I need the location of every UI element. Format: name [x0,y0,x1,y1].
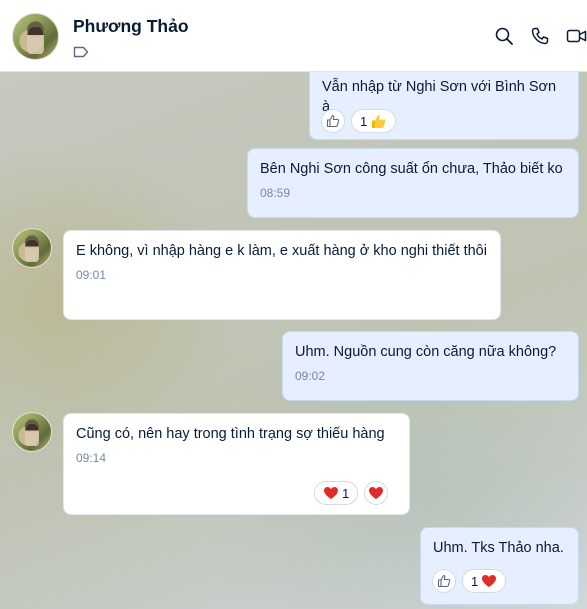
message-time: 09:14 [76,451,107,465]
message-time: 09:02 [295,369,326,383]
message-text: E không, vì nhập hàng e k làm, e xuất hà… [76,243,487,259]
message-time: 09:01 [76,268,107,282]
contact-name[interactable]: Phương Thảo [73,16,189,37]
search-icon[interactable] [494,26,514,46]
heart-emoji-icon [324,487,338,499]
chat-header: Phương Thảo [0,0,587,72]
message-bubble-outgoing[interactable]: Uhm. Tks Thảo nha. [420,527,579,605]
reaction-row: 1 [321,109,397,133]
message-bubble-incoming[interactable]: E không, vì nhập hàng e k làm, e xuất hà… [63,230,501,320]
phone-call-icon[interactable] [530,26,550,46]
reaction-row: 1 [432,569,507,593]
heart-emoji-icon [482,575,497,587]
reaction-count: 1 [471,573,479,589]
message-bubble-outgoing[interactable]: Bên Nghi Sơn công suất ổn chưa, Thảo biế… [247,148,579,218]
thumbs-up-outline-icon [437,574,451,588]
message-text: Uhm. Nguồn cung còn căng nữa không? [295,344,557,360]
reaction-summary[interactable]: 1 [462,569,507,593]
heart-icon [369,487,384,499]
sender-avatar[interactable] [12,412,52,452]
message-time: 08:59 [260,186,291,200]
message-bubble-outgoing[interactable]: Uhm. Nguồn cung còn căng nữa không? 09:0… [282,331,579,401]
video-call-icon[interactable] [566,26,587,46]
reaction-row: 1 [314,481,389,505]
thumbs-up-emoji-icon [372,114,386,128]
reaction-count: 1 [360,113,368,129]
reaction-summary[interactable]: 1 [351,109,397,133]
reaction-count: 1 [342,485,350,501]
reaction-summary[interactable]: 1 [314,481,359,505]
message-list[interactable]: Vẫn nhập từ Nghi Sơn với Bình Sơn à 1 Bê… [0,72,587,609]
thumbs-up-outline-icon [326,114,340,128]
like-reaction-button[interactable] [321,109,345,133]
sender-avatar[interactable] [12,228,52,268]
message-text: Bên Nghi Sơn công suất ổn chưa, Thảo biế… [260,161,563,177]
message-text: Uhm. Tks Thảo nha. [433,540,564,556]
like-reaction-button[interactable] [432,569,456,593]
tag-icon[interactable] [73,46,89,58]
heart-reaction-button[interactable] [364,481,389,505]
message-text: Cũng có, nên hay trong tình trạng sợ thi… [76,426,385,442]
contact-avatar[interactable] [12,13,59,60]
